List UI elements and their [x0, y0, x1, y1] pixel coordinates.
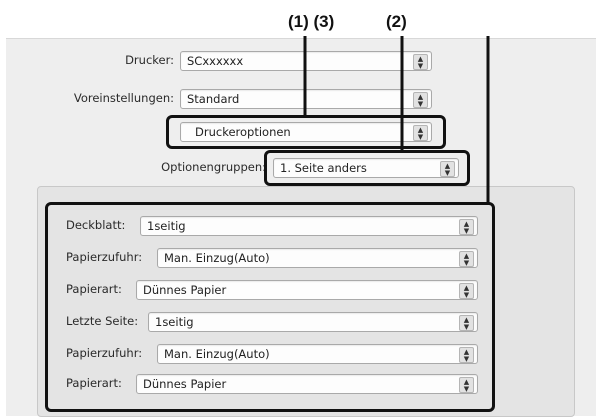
- print-dialog: (1) (3) (2) Drucker: SCxxxxxx ▲ ▼ Voreins…: [0, 0, 599, 417]
- callout-lines: [303, 36, 490, 203]
